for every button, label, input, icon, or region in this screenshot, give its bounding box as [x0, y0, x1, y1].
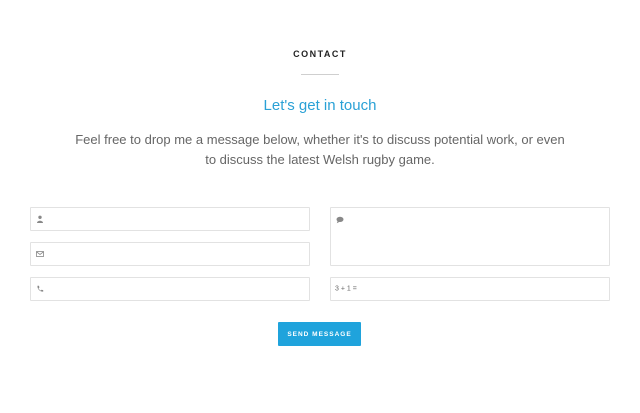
phone-input[interactable]: [47, 278, 305, 300]
envelope-icon: [36, 251, 44, 257]
section-label: CONTACT: [293, 49, 347, 59]
name-field[interactable]: [30, 207, 310, 231]
email-input[interactable]: [47, 243, 305, 265]
send-message-button[interactable]: SEND MESSAGE: [278, 322, 361, 346]
user-icon: [37, 215, 43, 223]
page-headline: Let's get in touch: [263, 97, 377, 114]
name-input[interactable]: [47, 208, 305, 230]
intro-text: Feel free to drop me a message below, wh…: [75, 132, 565, 167]
captcha-question: 3 + 1 =: [335, 285, 357, 293]
message-input[interactable]: [347, 214, 605, 265]
captcha-field[interactable]: 3 + 1 =: [330, 277, 610, 301]
captcha-input[interactable]: [371, 278, 605, 300]
email-field[interactable]: [30, 242, 310, 266]
phone-icon: [37, 285, 44, 292]
section-divider: [301, 74, 339, 75]
speech-bubble-icon: [336, 216, 344, 224]
message-field[interactable]: [330, 207, 610, 266]
phone-field[interactable]: [30, 277, 310, 301]
